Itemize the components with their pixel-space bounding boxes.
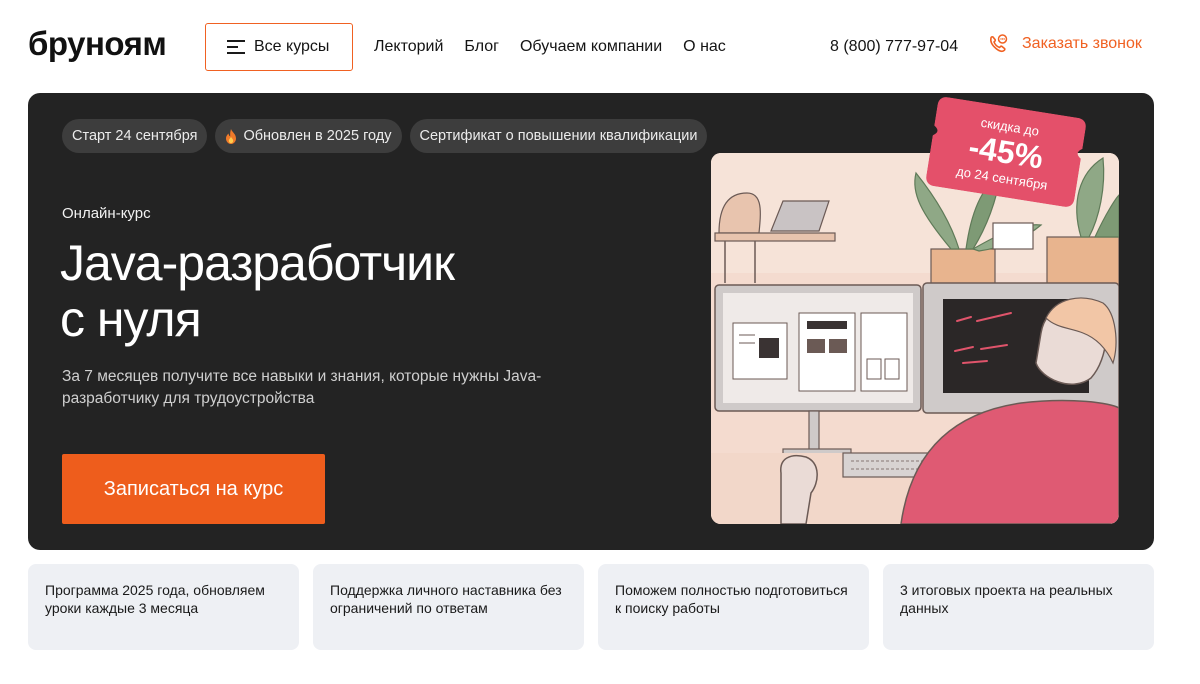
callback-link[interactable]: Заказать звонок — [988, 34, 1142, 54]
site-header: бруноям Все курсы Лекторий Блог Обучаем … — [0, 0, 1200, 93]
hero-illustration — [711, 153, 1119, 524]
all-courses-button[interactable]: Все курсы — [205, 23, 353, 71]
phone-number[interactable]: 8 (800) 777-97-04 — [830, 36, 958, 58]
tag-updated-label: Обновлен в 2025 году — [243, 128, 392, 144]
feature-card: Поможем полностью подготовиться к поиску… — [598, 564, 869, 650]
tag-start-date: Старт 24 сентября — [62, 119, 208, 153]
nav-item-about[interactable]: О нас — [683, 36, 726, 58]
hero-banner: Старт 24 сентября Обновлен в 2025 году С… — [28, 93, 1154, 550]
nav-item-blog[interactable]: Блог — [464, 36, 499, 58]
page-title: Java-разработчик с нуля — [60, 235, 620, 347]
tag-updated: Обновлен в 2025 году — [215, 119, 402, 153]
enroll-button[interactable]: Записаться на курс — [62, 454, 325, 524]
feature-card: 3 итоговых проекта на реальных данных — [883, 564, 1154, 650]
menu-icon — [227, 40, 245, 54]
hero-tags: Старт 24 сентября Обновлен в 2025 году С… — [62, 119, 715, 153]
feature-card: Поддержка личного наставника без огранич… — [313, 564, 584, 650]
tag-start-date-label: Старт 24 сентября — [72, 128, 198, 144]
title-line-2: с нуля — [60, 291, 202, 347]
nav-item-lectorium[interactable]: Лекторий — [374, 36, 443, 58]
tag-certificate-label: Сертификат о повышении квалификации — [419, 128, 698, 144]
phone-chat-icon — [990, 34, 1008, 52]
course-description: За 7 месяцев получите все навыки и знани… — [62, 368, 542, 407]
main-nav: Лекторий Блог Обучаем компании О нас — [374, 36, 747, 58]
feature-card: Программа 2025 года, обновляем уроки каж… — [28, 564, 299, 650]
feature-cards: Программа 2025 года, обновляем уроки каж… — [28, 564, 1154, 650]
nav-item-companies[interactable]: Обучаем компании — [520, 36, 662, 58]
course-type: Онлайн-курс — [62, 205, 151, 222]
tag-certificate: Сертификат о повышении квалификации — [409, 119, 708, 153]
all-courses-label: Все курсы — [254, 38, 330, 55]
title-line-1: Java-разработчик — [60, 235, 455, 291]
callback-label: Заказать звонок — [1022, 35, 1142, 52]
fire-icon — [226, 128, 237, 144]
logo[interactable]: бруноям — [28, 24, 167, 64]
